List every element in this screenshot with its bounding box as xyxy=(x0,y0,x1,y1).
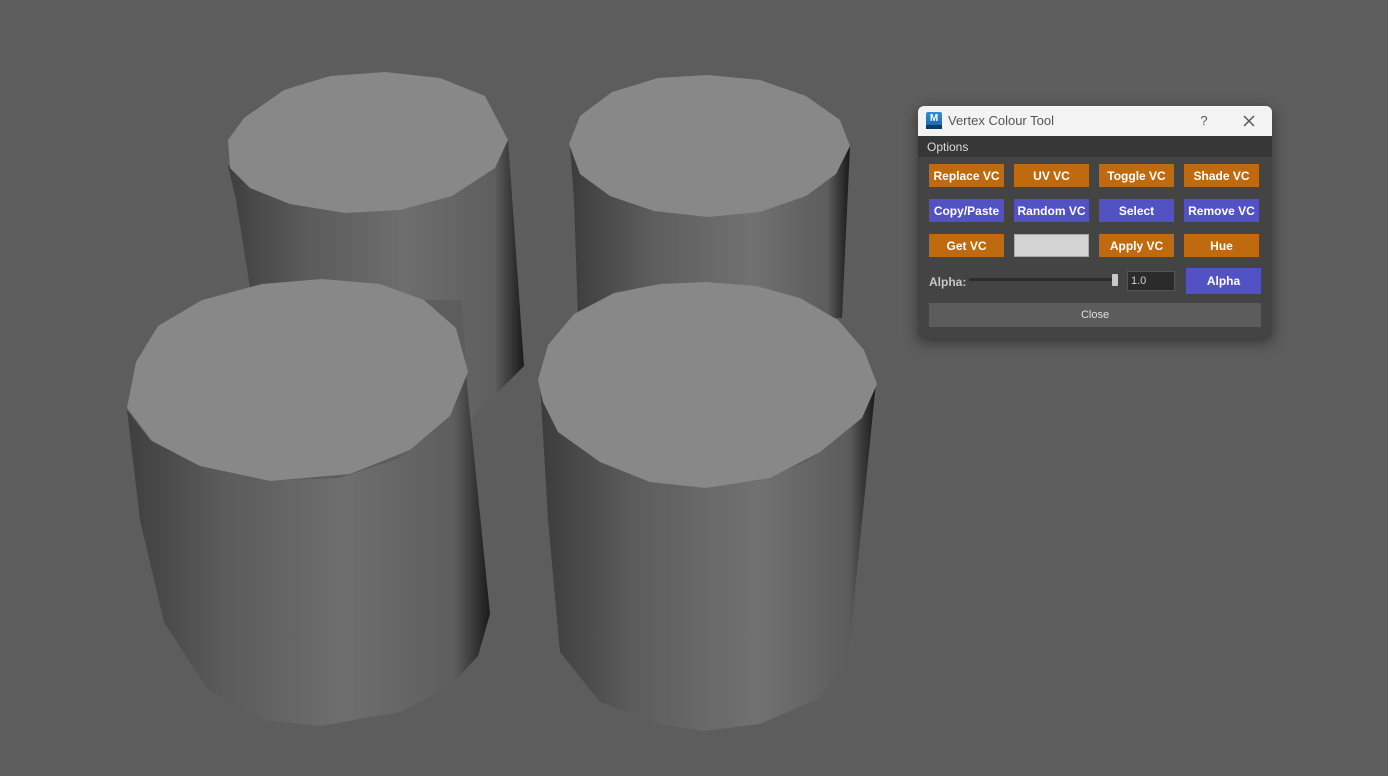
menu-bar: Options xyxy=(918,136,1272,157)
toggle-vc-button[interactable]: Toggle VC xyxy=(1099,164,1174,187)
hue-button[interactable]: Hue xyxy=(1184,234,1259,257)
alpha-button[interactable]: Alpha xyxy=(1186,268,1261,294)
select-button[interactable]: Select xyxy=(1099,199,1174,222)
alpha-slider-handle[interactable] xyxy=(1112,274,1118,286)
replace-vc-button[interactable]: Replace VC xyxy=(929,164,1004,187)
colour-swatch[interactable] xyxy=(1014,234,1089,257)
shade-vc-button[interactable]: Shade VC xyxy=(1184,164,1259,187)
window-title: Vertex Colour Tool xyxy=(948,113,1054,128)
close-button[interactable]: Close xyxy=(929,303,1261,327)
cylinder-front-left[interactable] xyxy=(127,279,490,726)
alpha-slider-track[interactable] xyxy=(969,278,1116,281)
alpha-value-field[interactable]: 1.0 xyxy=(1127,271,1175,291)
cylinder-front-right[interactable] xyxy=(538,282,877,731)
apply-vc-button[interactable]: Apply VC xyxy=(1099,234,1174,257)
app-icon-letter: M xyxy=(929,113,939,124)
cylinder-back-right[interactable] xyxy=(569,75,850,318)
menu-options[interactable]: Options xyxy=(927,140,968,154)
vertex-colour-tool-window: M Vertex Colour Tool ? Options Replace V… xyxy=(918,106,1272,338)
title-bar[interactable]: M Vertex Colour Tool ? xyxy=(918,106,1272,136)
help-button[interactable]: ? xyxy=(1196,111,1212,131)
remove-vc-button[interactable]: Remove VC xyxy=(1184,199,1259,222)
maya-app-icon: M xyxy=(926,112,942,129)
close-window-icon[interactable] xyxy=(1239,111,1259,131)
random-vc-button[interactable]: Random VC xyxy=(1014,199,1089,222)
get-vc-button[interactable]: Get VC xyxy=(929,234,1004,257)
uv-vc-button[interactable]: UV VC xyxy=(1014,164,1089,187)
alpha-label: Alpha: xyxy=(929,275,967,289)
copy-paste-button[interactable]: Copy/Paste xyxy=(929,199,1004,222)
